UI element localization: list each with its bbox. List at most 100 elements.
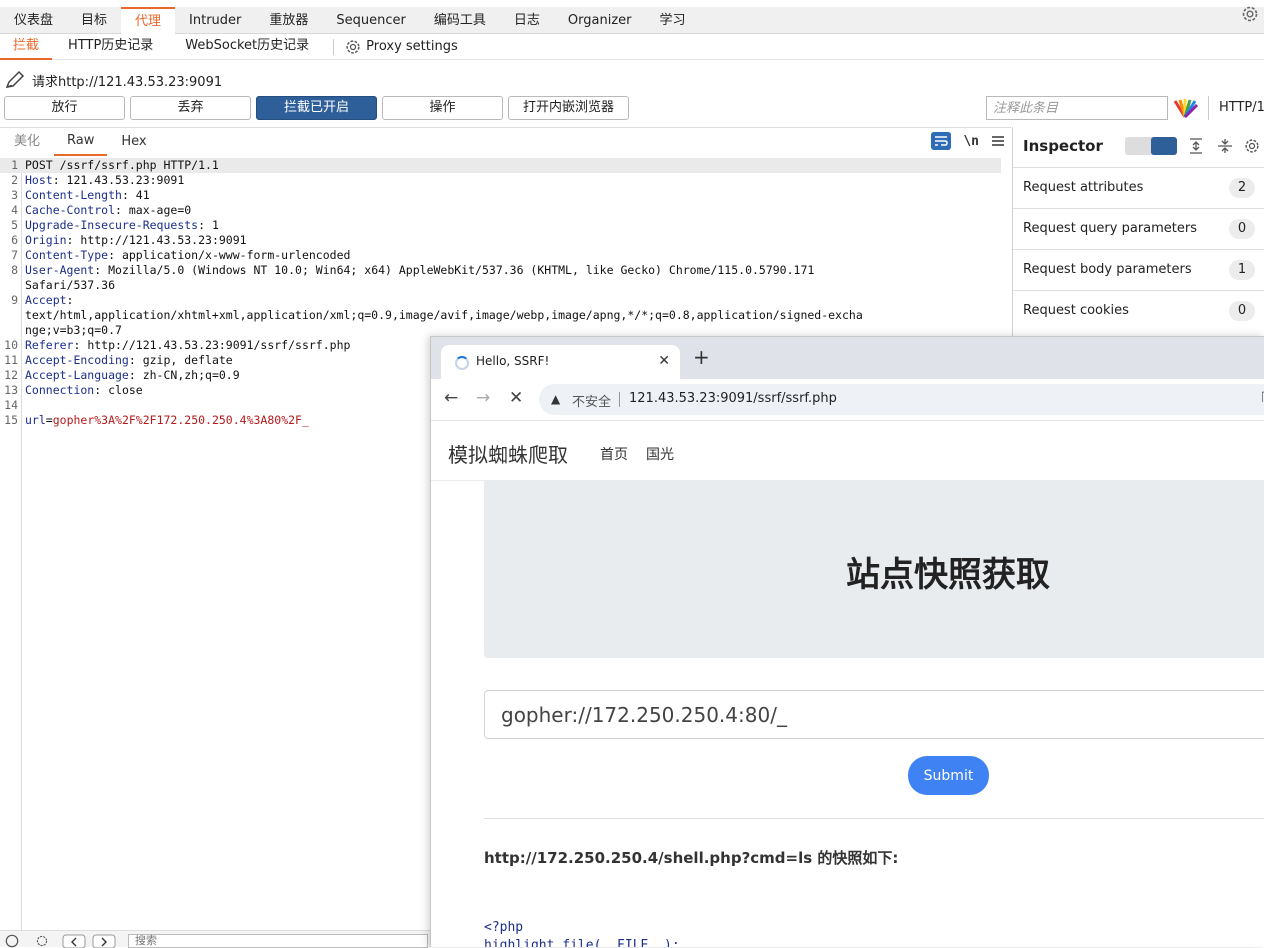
editor-search-input[interactable]: 搜索 [128, 934, 428, 948]
tab-hex[interactable]: Hex [107, 128, 160, 156]
request-line[interactable]: 3 Content-Length: 41 [0, 188, 1001, 203]
tab-intercept[interactable]: 拦截 [0, 34, 53, 60]
line-text: Referer: http://121.43.53.23:9091/ssrf/s… [25, 338, 350, 353]
drop-button[interactable]: 丢弃 [130, 96, 251, 120]
open-browser-button[interactable]: 打开内嵌浏览器 [508, 96, 629, 120]
main-tab-2[interactable]: 代理 [121, 6, 176, 34]
inspector-row-cookies[interactable]: Request cookies 0 [1013, 290, 1264, 331]
header-name: Content-Length [25, 188, 122, 202]
header-name: Referer [25, 338, 74, 352]
collapse-all-icon[interactable] [1216, 137, 1234, 155]
proxy-settings-link[interactable]: Proxy settings [366, 39, 458, 54]
not-secure-label[interactable]: 不安全 [572, 391, 611, 410]
settings-gear-icon[interactable] [1240, 4, 1260, 24]
previous-icon[interactable] [62, 934, 86, 948]
address-bar[interactable]: ▲ 不安全 121.43.53.23:9091/ssrf/ssrf.php ⇱ [539, 384, 1264, 415]
main-tab-0[interactable]: 仪表盘 [0, 7, 67, 34]
tab-pretty[interactable]: 美化 [0, 128, 54, 156]
show-newlines-toggle[interactable]: \n [963, 134, 979, 149]
request-line[interactable]: Safari/537.36 [0, 278, 1001, 293]
tab-close-icon[interactable]: ✕ [658, 353, 670, 369]
http-version-label[interactable]: HTTP/1 [1208, 96, 1264, 120]
line-text: nge;v=b3;q=0.7 [25, 323, 122, 338]
request-target-label: 请求http://121.43.53.23:9091 [32, 74, 223, 90]
inspector-layout-toggle[interactable] [1125, 137, 1177, 155]
header-value: Safari/537.36 [25, 278, 116, 292]
hero-title: 站点快照获取 [846, 555, 1050, 595]
inspector-row-label: Request cookies [1023, 303, 1129, 318]
new-tab-icon[interactable]: + [693, 347, 710, 367]
intercept-toggle-button[interactable]: 拦截已开启 [256, 96, 377, 120]
request-line[interactable]: text/html,application/xhtml+xml,applicat… [0, 308, 1001, 323]
help-icon[interactable] [4, 934, 20, 948]
action-button[interactable]: 操作 [382, 96, 503, 120]
inspector-row-count: 1 [1229, 260, 1255, 280]
header-value: : max-age=0 [115, 203, 192, 217]
url-text[interactable]: 121.43.53.23:9091/ssrf/ssrf.php [629, 391, 837, 406]
request-line[interactable]: 8 User-Agent: Mozilla/5.0 (Windows NT 10.… [0, 263, 1001, 278]
browser-tab-strip: Hello, SSRF! ✕ + [431, 337, 1264, 379]
comment-field[interactable] [986, 96, 1168, 120]
line-number: 1 [11, 158, 18, 172]
settings-icon[interactable] [34, 934, 50, 948]
browser-tab[interactable]: Hello, SSRF! ✕ [441, 345, 680, 379]
expand-all-icon[interactable] [1187, 137, 1205, 155]
main-tab-4[interactable]: 重放器 [255, 7, 322, 34]
browser-tab-title: Hello, SSRF! [476, 354, 550, 368]
target-url-input[interactable] [484, 690, 1264, 739]
word-wrap-icon[interactable] [931, 132, 952, 150]
proxy-settings-gear-icon[interactable] [344, 38, 362, 56]
line-number: 7 [11, 248, 18, 262]
request-line[interactable]: 1 POST /ssrf/ssrf.php HTTP/1.1 [0, 158, 1001, 173]
stop-loading-icon[interactable]: ✕ [509, 388, 523, 408]
main-tab-9[interactable]: 学习 [646, 7, 700, 34]
browser-page: 模拟蜘蛛爬取 首页 国光 站点快照获取 Submit http://172.25… [431, 421, 1264, 947]
warning-triangle-icon[interactable]: ▲ [551, 392, 560, 406]
inspector-row-body-params[interactable]: Request body parameters 1 [1013, 249, 1264, 290]
tab-websocket-history[interactable]: WebSocket历史记录 [169, 34, 325, 60]
nav-link-guoguang[interactable]: 国光 [646, 444, 674, 464]
request-line[interactable]: 6 Origin: http://121.43.53.23:9091 [0, 233, 1001, 248]
tab-raw[interactable]: Raw [54, 128, 108, 156]
forward-arrow-icon[interactable]: → [476, 388, 490, 408]
menu-icon[interactable] [991, 134, 1005, 148]
inspector-settings-icon[interactable] [1243, 137, 1261, 155]
site-navbar: 模拟蜘蛛爬取 首页 国光 [431, 421, 1264, 481]
line-text: Cache-Control: max-age=0 [25, 203, 191, 218]
header-value: nge;v=b3;q=0.7 [25, 323, 122, 337]
main-tab-3[interactable]: Intruder [175, 7, 255, 34]
header-name: Connection [25, 383, 95, 397]
main-tab-8[interactable]: Organizer [554, 7, 646, 34]
main-tab-6[interactable]: 编码工具 [420, 7, 500, 34]
forward-button[interactable]: 放行 [4, 96, 125, 120]
main-tab-7[interactable]: 日志 [500, 7, 554, 34]
submit-button[interactable]: Submit [908, 756, 989, 795]
inspector-row-count: 0 [1229, 301, 1255, 321]
line-text: Host: 121.43.53.23:9091 [25, 173, 184, 188]
back-arrow-icon[interactable]: ← [444, 388, 458, 408]
line-number: 9 [11, 293, 18, 307]
line-text: Accept-Language: zh-CN,zh;q=0.9 [25, 368, 240, 383]
line-text: url=gopher%3A%2F%2F172.250.250.4%3A80%2F… [25, 413, 309, 428]
inspector-row-request-attributes[interactable]: Request attributes 2 [1013, 167, 1264, 208]
inspector-row-label: Request body parameters [1023, 262, 1192, 277]
site-brand[interactable]: 模拟蜘蛛爬取 [448, 439, 568, 468]
request-line[interactable]: 9 Accept: [0, 293, 1001, 308]
line-text: text/html,application/xhtml+xml,applicat… [25, 308, 863, 323]
next-icon[interactable] [92, 934, 116, 948]
request-line[interactable]: 7 Content-Type: application/x-www-form-ur… [0, 248, 1001, 263]
request-line[interactable]: 2 Host: 121.43.53.23:9091 [0, 173, 1001, 188]
line-text: Connection: close [25, 383, 143, 398]
tab-http-history[interactable]: HTTP历史记录 [52, 34, 169, 60]
highlight-color-icon[interactable] [1172, 97, 1198, 119]
request-line[interactable]: 5 Upgrade-Insecure-Requests: 1 [0, 218, 1001, 233]
snapshot-code-line: highlight_file(__FILE__); [484, 938, 680, 947]
inspector-row-label: Request query parameters [1023, 221, 1198, 236]
editor-options: \n [931, 132, 1005, 150]
main-tab-5[interactable]: Sequencer [322, 7, 419, 34]
inspector-row-query-params[interactable]: Request query parameters 0 [1013, 208, 1264, 249]
line-number: 5 [11, 218, 18, 232]
nav-link-home[interactable]: 首页 [600, 444, 628, 464]
request-line[interactable]: 4 Cache-Control: max-age=0 [0, 203, 1001, 218]
main-tab-1[interactable]: 目标 [67, 7, 121, 34]
